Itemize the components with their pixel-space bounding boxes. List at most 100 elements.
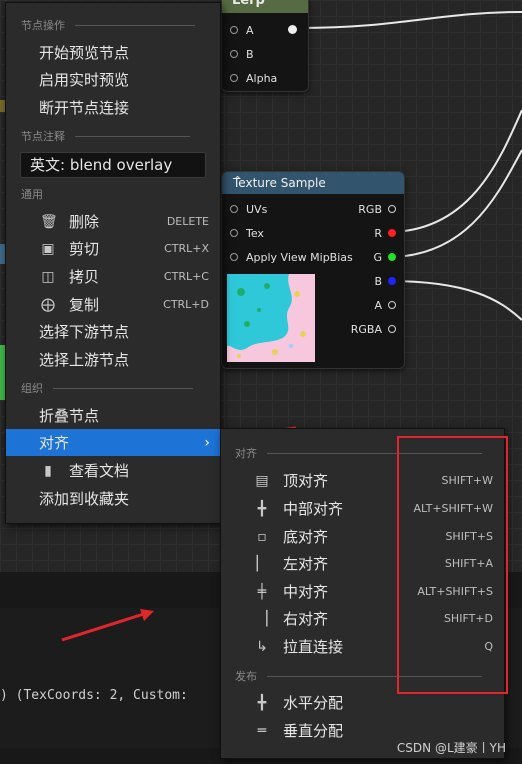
pin-label: Apply View MipBias [246, 250, 353, 264]
tex-output-rgba[interactable]: RGBA [351, 318, 396, 340]
section-label: 对齐 [235, 447, 257, 460]
pin-label: B [374, 274, 382, 288]
menu-label: 开始预览节点 [39, 44, 130, 62]
align-top-icon: ▤ [255, 472, 269, 489]
lerp-pin-b[interactable]: B [230, 43, 254, 65]
lerp-pin-a[interactable]: A [230, 19, 254, 41]
tex-output-g[interactable]: G [373, 246, 396, 268]
menu-shortcut: CTRL+X [164, 242, 209, 255]
duplicate-icon: ⨁ [41, 296, 55, 313]
menu-add-favorites[interactable]: 添加到收藏夹 [6, 485, 220, 512]
tex-input-uvs[interactable]: UVs [230, 198, 267, 220]
menu-label: 选择上游节点 [39, 351, 130, 369]
align-right-icon: ▕ [256, 610, 268, 627]
pin-icon[interactable] [230, 253, 238, 261]
pin-icon[interactable] [230, 50, 238, 58]
pin-icon[interactable] [230, 229, 238, 237]
pin-icon[interactable] [388, 301, 396, 309]
pin-label: B [246, 47, 254, 61]
pin-label: A [374, 298, 382, 312]
menu-label: 查看文档 [69, 462, 130, 480]
tex-output-a[interactable]: A [374, 294, 396, 316]
menu-label: 剪切 [69, 240, 100, 258]
align-left-icon: ▏ [256, 555, 268, 572]
pin-icon[interactable] [230, 74, 238, 82]
menu-shortcut: CTRL+D [163, 298, 209, 311]
menu-label: 左对齐 [283, 555, 329, 573]
pin-label: R [374, 226, 382, 240]
watermark-text: CSDN @L建豪丨YH [396, 741, 506, 755]
chevron-up-icon[interactable]: ⌃ [233, 174, 396, 187]
menu-enable-live-preview[interactable]: 启用实时预览 [6, 66, 220, 93]
menu-label: 折叠节点 [39, 407, 100, 425]
section-label: 组织 [21, 382, 43, 395]
align-bottom-icon: ▫ [257, 528, 267, 545]
texture-preview-image [227, 274, 315, 362]
menu-label: 添加到收藏夹 [39, 490, 130, 508]
lerp-node-title: Lerp [232, 0, 265, 8]
lerp-output-pin[interactable] [288, 25, 297, 34]
section-label: 节点操作 [21, 19, 65, 32]
menu-label: 拷贝 [69, 268, 100, 286]
pin-label: A [246, 23, 254, 37]
menu-view-docs[interactable]: ▮ 查看文档 [6, 457, 220, 484]
pin-icon[interactable] [388, 205, 396, 213]
chevron-right-icon: › [204, 434, 210, 451]
pin-icon[interactable] [388, 325, 396, 333]
tex-input-mipbias[interactable]: Apply View MipBias [230, 246, 353, 268]
section-comment: 节点注释 [21, 128, 190, 144]
pin-icon[interactable] [230, 26, 238, 34]
copy-icon: ◫ [41, 268, 55, 285]
menu-label: 复制 [69, 296, 100, 314]
code-text: ) (TexCoords: 2, Custom: [0, 688, 188, 703]
section-label: 发布 [235, 670, 257, 683]
menu-label: 删除 [69, 213, 100, 231]
annotation-highlight-box [397, 436, 508, 694]
lerp-node[interactable]: Lerp A B Alpha [221, 0, 309, 92]
tex-output-rgb[interactable]: RGB [358, 198, 396, 220]
menu-label: 拉直连接 [283, 638, 344, 656]
pin-icon[interactable] [388, 229, 396, 237]
menu-select-downstream[interactable]: 选择下游节点 [6, 318, 220, 345]
node-context-menu: 节点操作 开始预览节点 启用实时预览 断开节点连接 节点注释 英文: blend… [5, 2, 221, 524]
lerp-pin-alpha[interactable]: Alpha [230, 67, 277, 89]
menu-collapse-node[interactable]: 折叠节点 [6, 402, 220, 429]
cut-icon: ▣ [41, 240, 55, 257]
menu-break-links[interactable]: 断开节点连接 [6, 94, 220, 121]
pin-icon[interactable] [388, 253, 396, 261]
menu-label: 中对齐 [283, 583, 329, 601]
tex-input-tex[interactable]: Tex [230, 222, 264, 244]
pin-label: G [373, 250, 382, 264]
section-label: 通用 [21, 188, 43, 201]
menu-shortcut: CTRL+C [163, 270, 209, 283]
menu-label: 垂直分配 [283, 722, 344, 740]
node-comment-input[interactable]: 英文: blend overlay [20, 152, 206, 178]
distribute-vertical-icon: ═ [257, 722, 267, 739]
eraser-docs-icon: ▮ [44, 462, 52, 479]
menu-delete[interactable]: 🗑 删除 DELETE [6, 208, 220, 235]
pin-label: UVs [246, 202, 268, 216]
menu-start-preview[interactable]: 开始预览节点 [6, 39, 220, 66]
menu-cut[interactable]: ▣ 剪切 CTRL+X [6, 235, 220, 262]
pin-label: RGBA [350, 322, 382, 336]
pin-icon[interactable] [230, 205, 238, 213]
pin-label: Alpha [246, 71, 278, 85]
menu-duplicate[interactable]: ⨁ 复制 CTRL+D [6, 291, 220, 318]
tex-output-r[interactable]: R [374, 222, 396, 244]
menu-copy[interactable]: ◫ 拷贝 CTRL+C [6, 263, 220, 290]
menu-label: 中部对齐 [283, 500, 344, 518]
section-organize: 组织 [21, 380, 193, 396]
pin-label: RGB [358, 202, 382, 216]
menu-label: 对齐 [39, 434, 70, 452]
align-middle-icon: ╋ [257, 500, 267, 517]
menu-select-upstream[interactable]: 选择上游节点 [6, 346, 220, 373]
section-label: 节点注释 [21, 130, 65, 143]
menu-shortcut: DELETE [166, 215, 209, 228]
texture-sample-node[interactable]: Texture Sample ⌃ UVs Tex Apply View MipB… [221, 171, 405, 369]
distribute-horizontal-icon: ╋ [257, 694, 267, 711]
pin-icon[interactable] [388, 277, 396, 285]
pin-label: Tex [246, 226, 264, 240]
menu-align[interactable]: 对齐 › [6, 429, 220, 456]
menu-label: 顶对齐 [283, 472, 329, 490]
tex-output-b[interactable]: B [374, 270, 396, 292]
